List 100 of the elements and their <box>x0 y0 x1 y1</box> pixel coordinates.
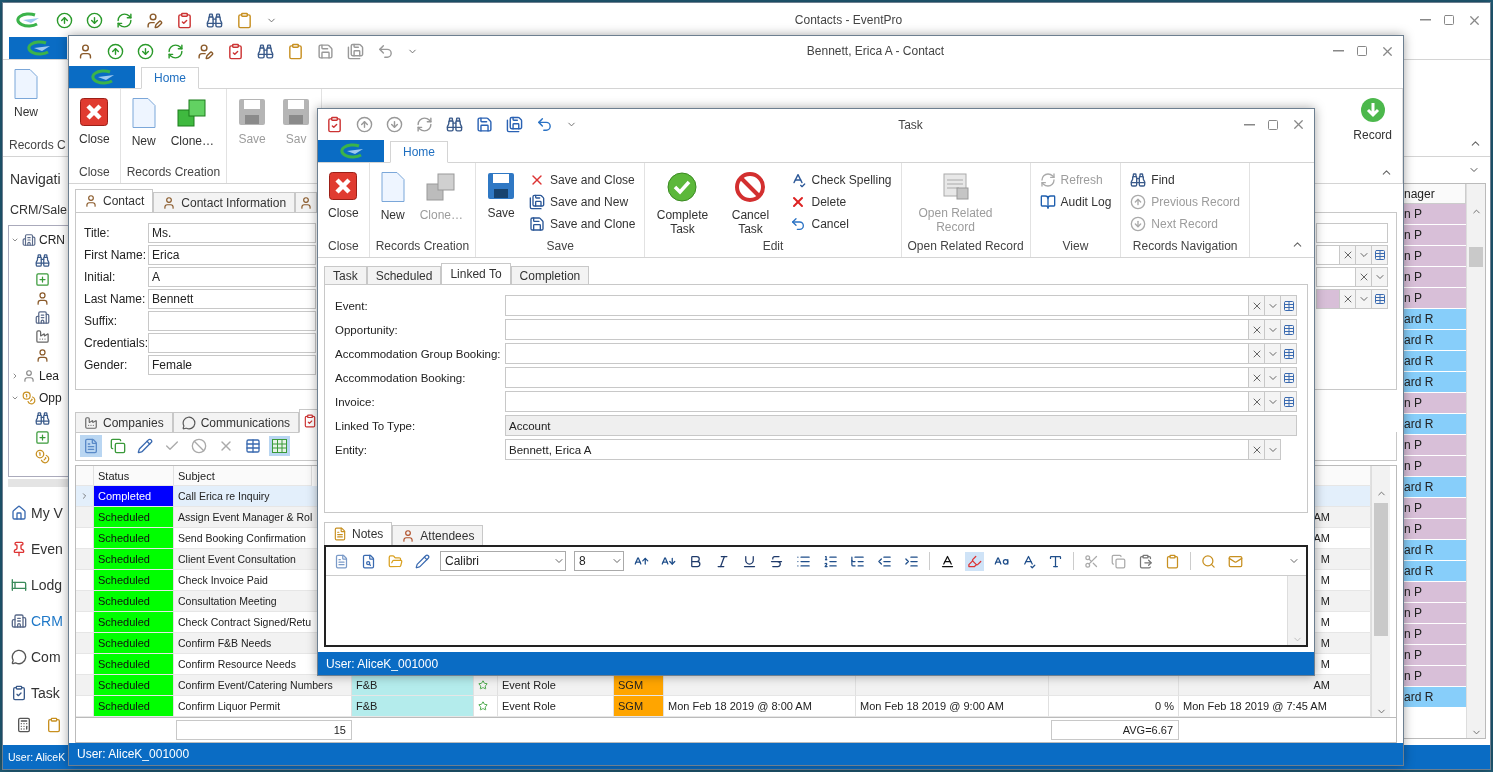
table-cell: n P <box>1402 519 1466 540</box>
table-cell: ard R <box>1402 414 1466 435</box>
tree-item[interactable]: Lea <box>11 366 60 386</box>
group-label: Records Navigation <box>1131 239 1239 253</box>
ribbon-button[interactable]: Save and Clone <box>526 213 639 235</box>
tab[interactable]: Attendees <box>392 525 484 546</box>
field-label: Accommodation Booking: <box>335 370 467 386</box>
table-cell: n P <box>1402 666 1466 687</box>
table-cell: n P <box>1402 435 1466 456</box>
table-cell: n P <box>1402 624 1466 645</box>
text-field[interactable]: Female <box>148 355 316 375</box>
ribbon-button[interactable]: Clone… <box>166 95 219 150</box>
table-cell: F&B <box>352 675 474 696</box>
table-cell: ard R <box>1402 477 1466 498</box>
input-field[interactable]: Bennett, Erica A <box>505 439 1249 460</box>
window-title: Task <box>897 117 924 132</box>
table-cell: 0 % <box>1049 696 1179 717</box>
ribbon-tab[interactable]: Home <box>141 67 199 89</box>
new-button[interactable]: New <box>9 66 43 121</box>
group-label: Close <box>78 165 111 179</box>
ribbon-button[interactable]: Cancel <box>787 213 895 235</box>
field-label: Opportunity: <box>335 322 399 338</box>
field-label: Entity: <box>335 442 368 458</box>
field-label: Event: <box>335 298 369 314</box>
table-cell: ard R <box>1402 540 1466 561</box>
table-cell: Mon Feb 18 2019 @ 9:00 AM <box>856 696 1049 717</box>
tab[interactable]: Task <box>324 266 367 285</box>
nav-item[interactable]: CRM <box>8 603 63 639</box>
notes-editor[interactable]: Calibri 8 <box>324 545 1308 647</box>
status-cell: Scheduled <box>94 507 174 528</box>
status-cell: Scheduled <box>94 549 174 570</box>
field-label: First Name: <box>84 248 147 262</box>
font-dropdown[interactable]: Calibri <box>440 551 566 571</box>
text-field[interactable]: Bennett <box>148 289 316 309</box>
table-cell: n P <box>1402 582 1466 603</box>
group-label: Records C <box>9 138 66 152</box>
table-cell: Confirm Event/Catering Numbers <box>174 675 352 696</box>
ribbon-button[interactable]: Audit Log <box>1036 191 1115 213</box>
status-cell: Scheduled <box>94 675 174 696</box>
status-cell: Scheduled <box>94 654 174 675</box>
text-field[interactable]: A <box>148 267 316 287</box>
window-title: Bennett, Erica A - Contact <box>805 44 946 58</box>
table-cell: n P <box>1402 288 1466 309</box>
field-label: Title: <box>84 226 111 240</box>
status-cell: Scheduled <box>94 570 174 591</box>
ribbon-button[interactable]: Check Spelling <box>787 169 895 191</box>
tree-item[interactable]: CRN <box>11 230 65 250</box>
table-cell: ard R <box>1402 351 1466 372</box>
ribbon-button[interactable]: Delete <box>787 191 895 213</box>
ribbon-button[interactable]: Record <box>1349 95 1396 144</box>
nav-item[interactable]: Com <box>8 639 61 675</box>
nav-item[interactable]: Lodg <box>8 567 63 603</box>
group-label: Records Creation <box>375 239 470 253</box>
text-field[interactable]: Ms. <box>148 223 316 243</box>
status-cell: Scheduled <box>94 528 174 549</box>
table-cell: ard R <box>1402 561 1466 582</box>
ribbon-button[interactable]: Save and Close <box>526 169 639 191</box>
ribbon-button[interactable]: Cancel Task <box>719 169 782 238</box>
tab[interactable]: Notes <box>324 522 393 546</box>
ribbon-button[interactable]: Save <box>482 169 521 222</box>
table-cell: F&B <box>352 696 474 717</box>
tab[interactable]: Companies <box>75 412 173 433</box>
status-cell: Scheduled <box>94 696 174 717</box>
table-cell: SGM <box>614 696 664 717</box>
tab[interactable]: Linked To <box>441 263 511 285</box>
nav-item[interactable]: Even <box>8 531 63 567</box>
group-label: View <box>1061 239 1090 253</box>
ribbon-button[interactable]: Save and New <box>526 191 639 213</box>
table-cell: n P <box>1402 393 1466 414</box>
ribbon-button[interactable]: Complete Task <box>651 169 714 238</box>
ribbon-button[interactable]: New <box>375 169 410 224</box>
size-dropdown[interactable]: 8 <box>574 551 624 571</box>
table-cell: SGM <box>614 675 664 696</box>
column-header[interactable]: Subject <box>174 466 312 486</box>
ribbon-tab[interactable]: Home <box>390 141 448 163</box>
table-cell: Event Role <box>498 675 614 696</box>
text-field[interactable]: Erica <box>148 245 316 265</box>
group-label: Close <box>327 239 360 253</box>
tab[interactable]: Communications <box>172 412 300 433</box>
tab[interactable]: Contact Information <box>153 192 296 213</box>
column-header[interactable]: nager <box>1402 184 1466 204</box>
ribbon-button[interactable]: Close <box>324 169 363 222</box>
section-title: CRM/Sale <box>10 203 67 217</box>
table-cell: n P <box>1402 225 1466 246</box>
column-header[interactable]: Status <box>94 466 174 486</box>
table-cell: ard R <box>1402 330 1466 351</box>
ribbon-button[interactable]: Close <box>75 95 114 148</box>
table-cell: ard R <box>1402 309 1466 330</box>
status-cell: Scheduled <box>94 633 174 654</box>
field-label: Accommodation Group Booking: <box>335 346 502 362</box>
table-cell: Event Role <box>498 696 614 717</box>
tree-item[interactable]: Opp <box>11 388 62 408</box>
nav-item[interactable]: Task <box>8 675 60 711</box>
ribbon-button[interactable]: New <box>126 95 161 150</box>
nav-item[interactable]: My V <box>8 495 63 531</box>
field-label: Linked To Type: <box>335 418 417 434</box>
table-cell: n P <box>1402 246 1466 267</box>
ribbon-button[interactable]: Find <box>1127 169 1244 191</box>
tab[interactable]: Contact <box>75 189 154 213</box>
table-cell: n P <box>1402 645 1466 666</box>
